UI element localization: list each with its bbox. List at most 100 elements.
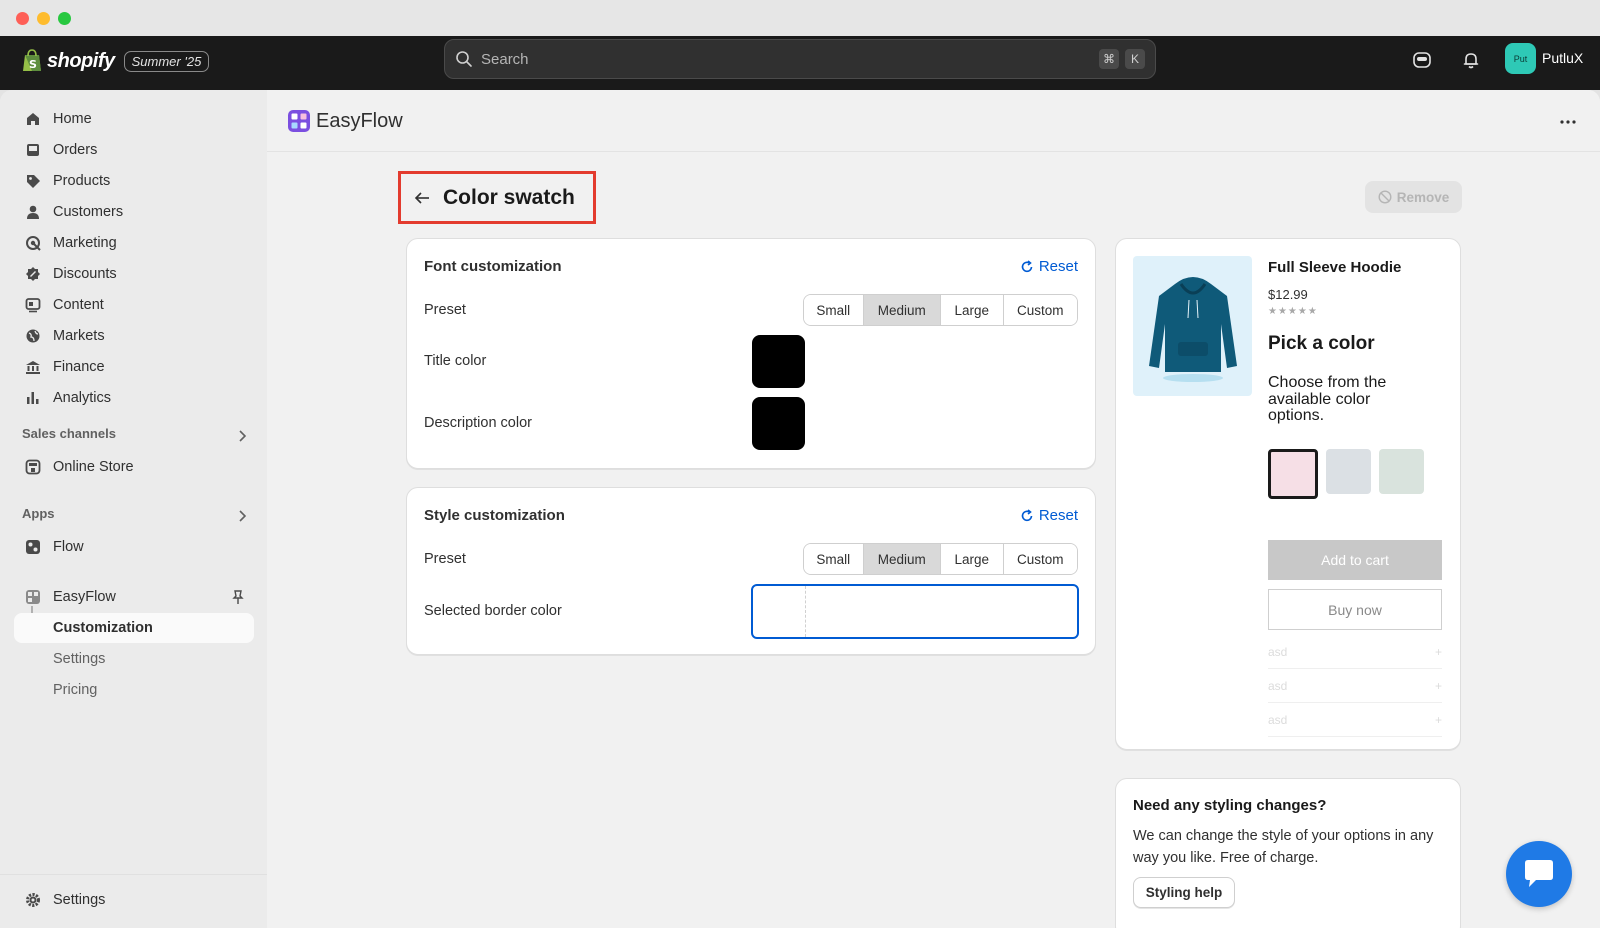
remove-button[interactable]: Remove: [1365, 181, 1462, 213]
accordion-label: asd: [1268, 678, 1288, 693]
preset-large-button[interactable]: Large: [941, 544, 1004, 574]
apps-heading[interactable]: Apps: [22, 506, 55, 521]
chevron-right-icon[interactable]: [234, 508, 250, 524]
font-reset-link[interactable]: Reset: [1020, 258, 1078, 275]
tag-icon: [24, 172, 42, 190]
style-customization-card: Style customization Reset Preset Small M…: [406, 487, 1096, 655]
add-to-cart-button[interactable]: Add to cart: [1268, 540, 1442, 580]
rating-stars: ★★★★★: [1268, 306, 1318, 317]
preset-medium-button[interactable]: Medium: [863, 544, 941, 574]
border-color-swatch[interactable]: [753, 586, 806, 637]
block-icon: [1378, 190, 1392, 204]
preset-custom-button[interactable]: Custom: [1003, 544, 1077, 574]
bell-icon[interactable]: [1459, 48, 1483, 72]
sidebar-item-marketing[interactable]: Marketing: [14, 228, 254, 258]
sidebar-item-home[interactable]: Home: [14, 104, 254, 134]
preset-medium-button[interactable]: Medium: [863, 295, 941, 325]
selected-border-color-field[interactable]: [751, 584, 1079, 639]
inbox-icon: [24, 141, 42, 159]
sidebar-item-label: Customers: [53, 204, 124, 220]
product-preview-card: Full Sleeve Hoodie $12.99 ★★★★★ Pick a c…: [1115, 238, 1461, 750]
description-color-swatch[interactable]: [752, 397, 805, 450]
color-option-sage[interactable]: [1379, 449, 1424, 494]
sidebar-item-label: Products: [53, 173, 111, 189]
help-title: Need any styling changes?: [1133, 797, 1327, 814]
user-name[interactable]: PutluX: [1542, 50, 1583, 66]
sidebar-item-settings[interactable]: Settings: [14, 885, 254, 915]
card-title: Font customization: [424, 258, 562, 275]
sidebar-item-settings-sub[interactable]: Settings: [14, 644, 254, 674]
search-bar[interactable]: ⌘ K: [444, 39, 1156, 79]
hoodie-icon: [1149, 277, 1237, 382]
more-options-icon[interactable]: [1558, 112, 1578, 132]
title-color-swatch[interactable]: [752, 335, 805, 388]
font-preset-segmented-control: Small Medium Large Custom: [803, 294, 1078, 326]
preset-large-button[interactable]: Large: [941, 295, 1004, 325]
sidebar-item-pricing[interactable]: Pricing: [14, 675, 254, 705]
pin-icon[interactable]: [230, 589, 246, 605]
sidekick-icon[interactable]: [1410, 48, 1434, 72]
sidebar-item-products[interactable]: Products: [14, 166, 254, 196]
main-content: EasyFlow Color swatch Remove Font custom…: [267, 90, 1600, 928]
sidebar: Home Orders Products Customers Marketing…: [0, 90, 267, 928]
help-text: We can change the style of your options …: [1133, 828, 1434, 866]
easyflow-logo-icon: [288, 110, 310, 132]
minimize-window-button[interactable]: [37, 12, 50, 25]
chat-bubble-icon: [1525, 860, 1553, 887]
edition-badge[interactable]: Summer '25: [123, 50, 210, 72]
preset-small-button[interactable]: Small: [804, 295, 864, 325]
sidebar-item-label: Markets: [53, 328, 105, 344]
sidebar-item-analytics[interactable]: Analytics: [14, 383, 254, 413]
sidebar-item-customization[interactable]: Customization: [14, 613, 254, 643]
sidebar-item-discounts[interactable]: Discounts: [14, 259, 254, 289]
search-input[interactable]: [481, 50, 1093, 68]
avatar[interactable]: Put: [1505, 43, 1536, 74]
shortcut-key-k: K: [1125, 49, 1145, 69]
accordion-row[interactable]: asd +: [1268, 703, 1442, 737]
sidebar-item-finance[interactable]: Finance: [14, 352, 254, 382]
sidebar-item-label: Analytics: [53, 390, 112, 406]
gear-icon: [24, 891, 42, 909]
shopify-logo[interactable]: S shopify Summer '25: [22, 46, 210, 76]
buy-now-button[interactable]: Buy now: [1268, 589, 1442, 630]
close-window-button[interactable]: [16, 12, 29, 25]
shopify-bag-icon: S: [23, 49, 41, 71]
sidebar-item-label: Online Store: [53, 459, 134, 475]
sidebar-item-customers[interactable]: Customers: [14, 197, 254, 227]
chat-button[interactable]: [1506, 841, 1572, 907]
globe-icon: [24, 327, 42, 345]
sidebar-item-label: Settings: [53, 651, 106, 667]
sidebar-item-orders[interactable]: Orders: [14, 135, 254, 165]
chevron-right-icon[interactable]: [234, 428, 250, 444]
sidebar-item-markets[interactable]: Markets: [14, 321, 254, 351]
brand-name: shopify: [47, 49, 115, 72]
accordion-row[interactable]: asd +: [1268, 669, 1442, 703]
style-reset-link[interactable]: Reset: [1020, 507, 1078, 524]
sales-channels-heading[interactable]: Sales channels: [22, 426, 116, 441]
sidebar-item-label: Flow: [53, 539, 84, 555]
sidebar-item-content[interactable]: Content: [14, 290, 254, 320]
accordion-row[interactable]: asd +: [1268, 635, 1442, 669]
sidebar-item-easyflow[interactable]: EasyFlow: [14, 582, 254, 612]
color-option-pink[interactable]: [1268, 449, 1318, 499]
preset-small-button[interactable]: Small: [804, 544, 864, 574]
card-title: Style customization: [424, 507, 565, 524]
sidebar-item-label: Marketing: [53, 235, 117, 251]
style-preset-segmented-control: Small Medium Large Custom: [803, 543, 1078, 575]
pick-color-title: Pick a color: [1268, 333, 1375, 354]
styling-help-button[interactable]: Styling help: [1133, 877, 1235, 908]
reset-icon: [1021, 259, 1033, 272]
sidebar-item-label: EasyFlow: [53, 589, 116, 605]
sidebar-item-online-store[interactable]: Online Store: [14, 452, 254, 482]
back-arrow-icon[interactable]: [413, 189, 431, 207]
maximize-window-button[interactable]: [58, 12, 71, 25]
admin-shell: Home Orders Products Customers Marketing…: [0, 90, 1600, 928]
reset-icon: [1021, 508, 1033, 521]
easyflow-app-icon: [24, 588, 42, 606]
bar-chart-icon: [24, 389, 42, 407]
reset-label: Reset: [1038, 507, 1078, 524]
preset-custom-button[interactable]: Custom: [1003, 295, 1077, 325]
color-option-gray[interactable]: [1326, 449, 1371, 494]
sidebar-item-flow[interactable]: Flow: [14, 532, 254, 562]
preset-label: Preset: [424, 551, 466, 567]
